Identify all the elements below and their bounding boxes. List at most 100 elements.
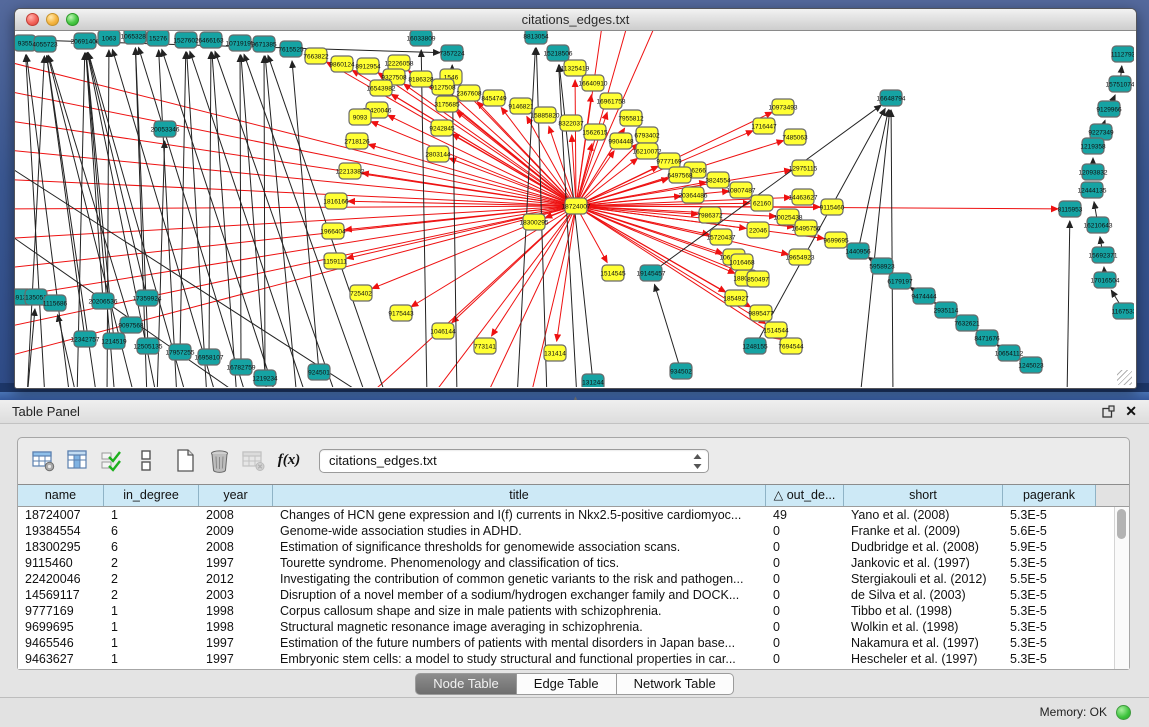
table-cell[interactable]: 1 bbox=[104, 619, 199, 635]
table-cell[interactable]: 0 bbox=[766, 571, 844, 587]
table-cell[interactable]: 0 bbox=[766, 619, 844, 635]
table-cell[interactable]: 18724007 bbox=[18, 507, 104, 523]
table-cell[interactable]: Investigating the contribution of common… bbox=[273, 571, 766, 587]
table-cell[interactable]: 5.9E-5 bbox=[1003, 539, 1096, 555]
table-cell[interactable]: Estimation of significance thresholds fo… bbox=[273, 539, 766, 555]
column-header[interactable]: in_degree bbox=[104, 485, 199, 506]
graph-edge[interactable] bbox=[209, 52, 211, 357]
table-cell[interactable]: 2 bbox=[104, 555, 199, 571]
table-row[interactable]: 1872400712008Changes of HCN gene express… bbox=[18, 507, 1115, 523]
table-cell[interactable]: 1997 bbox=[199, 651, 273, 667]
new-table-icon[interactable] bbox=[172, 447, 199, 474]
table-cell[interactable]: 5.3E-5 bbox=[1003, 587, 1096, 603]
table-cell[interactable]: 49 bbox=[766, 507, 844, 523]
row-height-icon[interactable] bbox=[132, 447, 159, 474]
float-panel-icon[interactable] bbox=[1102, 405, 1115, 418]
table-cell[interactable]: 18300295 bbox=[18, 539, 104, 555]
network-canvas[interactable]: 1872400798601248912954122260589327508165… bbox=[15, 31, 1134, 387]
table-cell[interactable]: 5.3E-5 bbox=[1003, 651, 1096, 667]
table-cell[interactable]: Changes of HCN gene expression and I(f) … bbox=[273, 507, 766, 523]
table-cell[interactable]: Corpus callosum shape and size in male p… bbox=[273, 603, 766, 619]
table-cell[interactable]: 9699695 bbox=[18, 619, 104, 635]
table-cell[interactable]: Tourette syndrome. Phenomenology and cla… bbox=[273, 555, 766, 571]
graph-edge[interactable] bbox=[1067, 221, 1070, 387]
tab-node-table[interactable]: Node Table bbox=[415, 673, 517, 695]
table-cell[interactable]: 5.3E-5 bbox=[1003, 555, 1096, 571]
graph-edge[interactable] bbox=[449, 158, 576, 206]
table-cell[interactable]: 1998 bbox=[199, 619, 273, 635]
table-cell[interactable]: 9465546 bbox=[18, 635, 104, 651]
table-cell[interactable]: 0 bbox=[766, 555, 844, 571]
table-cell[interactable]: 5.5E-5 bbox=[1003, 571, 1096, 587]
column-header[interactable]: year bbox=[199, 485, 273, 506]
graph-edge[interactable] bbox=[576, 206, 776, 216]
graph-edge[interactable] bbox=[369, 144, 576, 206]
table-cell[interactable]: Disruption of a novel member of a sodium… bbox=[273, 587, 766, 603]
table-cell[interactable]: 5.3E-5 bbox=[1003, 619, 1096, 635]
scrollbar-thumb[interactable] bbox=[1117, 509, 1126, 539]
table-cell[interactable]: 9115460 bbox=[18, 555, 104, 571]
function-builder-icon[interactable]: f(x) bbox=[274, 447, 304, 474]
graph-edge[interactable] bbox=[241, 55, 267, 387]
graph-edge[interactable] bbox=[348, 201, 576, 206]
column-header[interactable]: pagerank bbox=[1003, 485, 1096, 506]
graph-edge[interactable] bbox=[215, 51, 337, 387]
table-cell[interactable]: 22420046 bbox=[18, 571, 104, 587]
table-cell[interactable]: Estimation of the future numbers of pati… bbox=[273, 635, 766, 651]
table-cell[interactable]: 2008 bbox=[199, 507, 273, 523]
table-cell[interactable]: 0 bbox=[766, 523, 844, 539]
table-cell[interactable]: 0 bbox=[766, 587, 844, 603]
table-row[interactable]: 2242004622012Investigating the contribut… bbox=[18, 571, 1115, 587]
graph-edge[interactable] bbox=[292, 61, 319, 372]
table-cell[interactable]: 6 bbox=[104, 523, 199, 539]
table-cell[interactable]: 1 bbox=[104, 603, 199, 619]
table-row[interactable]: 977716911998Corpus callosum shape and si… bbox=[18, 603, 1115, 619]
graph-edge[interactable] bbox=[264, 56, 265, 378]
table-cell[interactable]: Jankovic et al. (1997) bbox=[844, 555, 1003, 571]
table-row[interactable]: 946554611997Estimation of the future num… bbox=[18, 635, 1115, 651]
table-cell[interactable]: 1 bbox=[104, 507, 199, 523]
table-cell[interactable]: 19384554 bbox=[18, 523, 104, 539]
table-cell[interactable]: 2012 bbox=[199, 571, 273, 587]
graph-edge[interactable] bbox=[190, 51, 307, 387]
table-row[interactable]: 969969511998Structural magnetic resonanc… bbox=[18, 619, 1115, 635]
graph-edge[interactable] bbox=[180, 52, 186, 352]
window-resize-grip[interactable] bbox=[1117, 370, 1132, 385]
table-cell[interactable]: Wolkin et al. (1998) bbox=[844, 619, 1003, 635]
column-header[interactable]: △ out_de... bbox=[766, 485, 844, 506]
table-row[interactable]: 1456911722003Disruption of a novel membe… bbox=[18, 587, 1115, 603]
table-vertical-scrollbar[interactable] bbox=[1114, 507, 1129, 669]
table-row[interactable]: 946362711997Embryonic stem cells: a mode… bbox=[18, 651, 1115, 667]
table-cell[interactable]: 5.3E-5 bbox=[1003, 603, 1096, 619]
table-cell[interactable]: 1 bbox=[104, 651, 199, 667]
table-cell[interactable]: Hescheler et al. (1997) bbox=[844, 651, 1003, 667]
table-cell[interactable]: de Silva et al. (2003) bbox=[844, 587, 1003, 603]
tab-edge-table[interactable]: Edge Table bbox=[517, 673, 617, 695]
delete-table-icon[interactable] bbox=[240, 447, 267, 474]
table-cell[interactable]: 2 bbox=[104, 571, 199, 587]
table-cell[interactable]: 2008 bbox=[199, 539, 273, 555]
table-cell[interactable]: 5.3E-5 bbox=[1003, 507, 1096, 523]
table-settings-icon[interactable] bbox=[30, 447, 57, 474]
table-row[interactable]: 911546021997Tourette syndrome. Phenomeno… bbox=[18, 555, 1115, 571]
table-cell[interactable]: 2003 bbox=[199, 587, 273, 603]
graph-edge[interactable] bbox=[265, 56, 297, 387]
graph-edge[interactable] bbox=[421, 50, 427, 387]
table-cell[interactable]: 0 bbox=[766, 651, 844, 667]
table-cell[interactable]: 14569117 bbox=[18, 587, 104, 603]
table-cell[interactable]: 1 bbox=[104, 635, 199, 651]
graph-edge[interactable] bbox=[159, 50, 177, 387]
graph-edge[interactable] bbox=[655, 284, 681, 371]
table-cell[interactable]: 0 bbox=[766, 539, 844, 555]
column-header[interactable]: name bbox=[18, 485, 104, 506]
graph-edge[interactable] bbox=[371, 122, 576, 206]
table-cell[interactable]: 1997 bbox=[199, 555, 273, 571]
table-cell[interactable]: 0 bbox=[766, 603, 844, 619]
column-selection-icon[interactable] bbox=[98, 447, 125, 474]
window-titlebar[interactable]: citations_edges.txt bbox=[15, 9, 1136, 31]
table-cell[interactable]: 6 bbox=[104, 539, 199, 555]
table-cell[interactable]: Stergiakouli et al. (2012) bbox=[844, 571, 1003, 587]
table-cell[interactable]: Dudbridge et al. (2008) bbox=[844, 539, 1003, 555]
table-cell[interactable]: 2 bbox=[104, 587, 199, 603]
column-header[interactable]: short bbox=[844, 485, 1003, 506]
